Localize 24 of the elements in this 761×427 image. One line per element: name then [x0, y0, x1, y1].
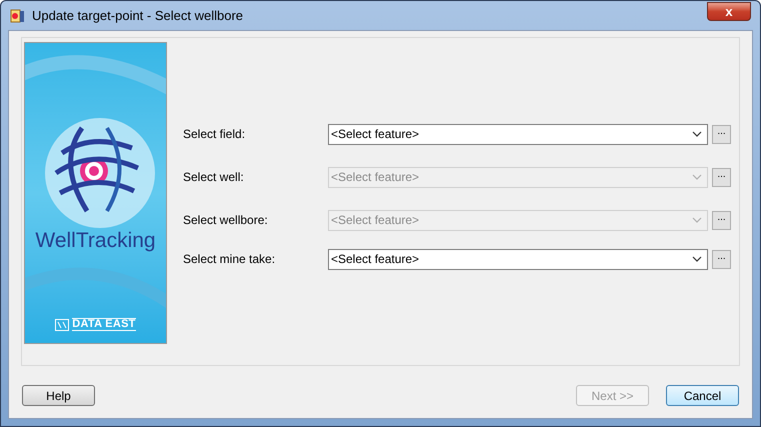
chevron-down-icon: [692, 174, 702, 180]
dropdown-value: <Select feature>: [331, 169, 420, 186]
dropdown-value: <Select feature>: [331, 251, 420, 268]
chevron-down-icon: [692, 256, 702, 262]
dialog-button[interactable]: Cancel: [666, 385, 739, 406]
dialog-button[interactable]: Help: [22, 385, 95, 406]
field-label: Select mine take:: [183, 251, 276, 268]
field-label: Select well:: [183, 169, 245, 186]
browse-button[interactable]: ...: [712, 250, 731, 268]
feature-dropdown[interactable]: <Select feature>: [328, 124, 708, 144]
field-label: Select wellbore:: [183, 212, 269, 229]
feature-dropdown[interactable]: <Select feature>: [328, 248, 708, 270]
company-name: DATA EAST: [72, 318, 136, 331]
chevron-down-icon: [692, 131, 702, 137]
chevron-down-icon: [692, 217, 702, 223]
browse-button[interactable]: ...: [712, 124, 731, 144]
product-name: WellTracking: [35, 228, 156, 254]
dropdown-value: <Select feature>: [331, 126, 420, 143]
field-label: Select field:: [183, 126, 246, 143]
window-title: Update target-point - Select wellbore: [32, 6, 244, 25]
app-icon: [10, 8, 26, 24]
close-button[interactable]: x: [707, 2, 751, 21]
company-logo-icon: [55, 318, 70, 330]
dropdown-value: <Select feature>: [331, 212, 420, 229]
